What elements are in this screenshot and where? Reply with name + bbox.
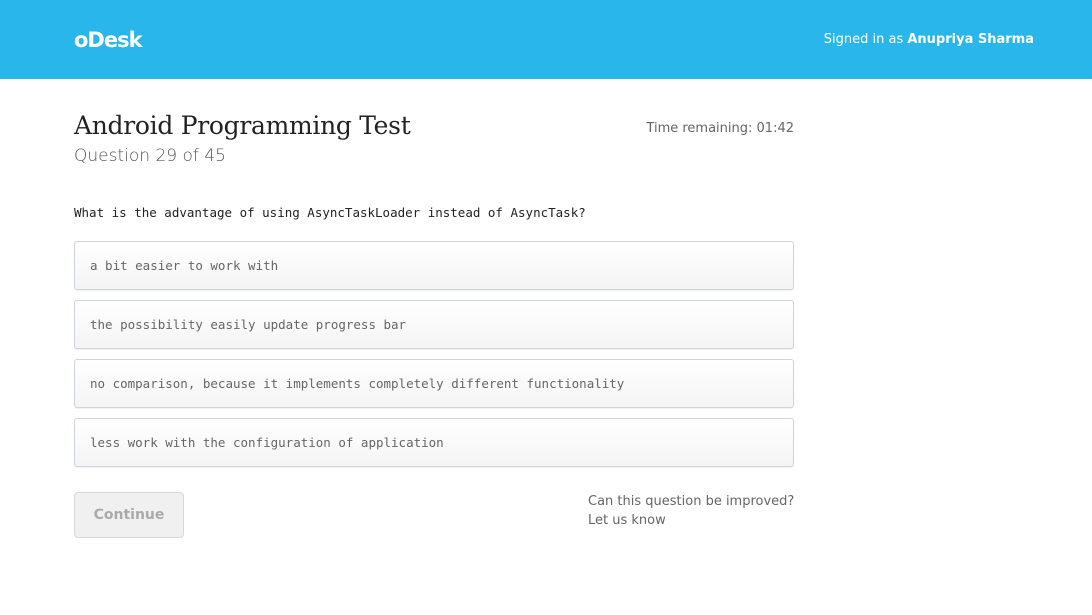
let-us-know-link[interactable]: Let us know — [588, 511, 794, 530]
answer-option-label: no comparison, because it implements com… — [90, 376, 625, 391]
continue-button[interactable]: Continue — [74, 492, 184, 538]
answer-option[interactable]: less work with the configuration of appl… — [74, 418, 794, 467]
answer-option[interactable]: the possibility easily update progress b… — [74, 300, 794, 349]
feedback-block: Can this question be improved? Let us kn… — [588, 492, 794, 530]
answer-option-label: less work with the configuration of appl… — [90, 435, 444, 450]
answer-options-list: a bit easier to work with the possibilit… — [74, 241, 794, 477]
answer-option[interactable]: no comparison, because it implements com… — [74, 359, 794, 408]
question-text: What is the advantage of using AsyncTask… — [74, 205, 586, 220]
feedback-prompt: Can this question be improved? — [588, 494, 795, 509]
signed-in-status: Signed in as Anupriya Sharma — [824, 32, 1034, 48]
answer-option-label: a bit easier to work with — [90, 258, 279, 273]
answer-option-label: the possibility easily update progress b… — [90, 317, 407, 332]
time-remaining-label: Time remaining: — [646, 121, 757, 136]
test-title: Android Programming Test — [74, 111, 411, 140]
top-header-bar: oDesk Signed in as Anupriya Sharma — [0, 0, 1092, 79]
time-remaining: Time remaining: 01:42 — [646, 121, 794, 137]
time-remaining-value: 01:42 — [756, 121, 794, 136]
odesk-logo[interactable]: oDesk — [74, 28, 143, 52]
answer-option[interactable]: a bit easier to work with — [74, 241, 794, 290]
signed-in-prefix: Signed in as — [823, 32, 908, 47]
question-progress: Question 29 of 45 — [74, 146, 226, 166]
signed-in-user-name[interactable]: Anupriya Sharma — [907, 32, 1034, 47]
